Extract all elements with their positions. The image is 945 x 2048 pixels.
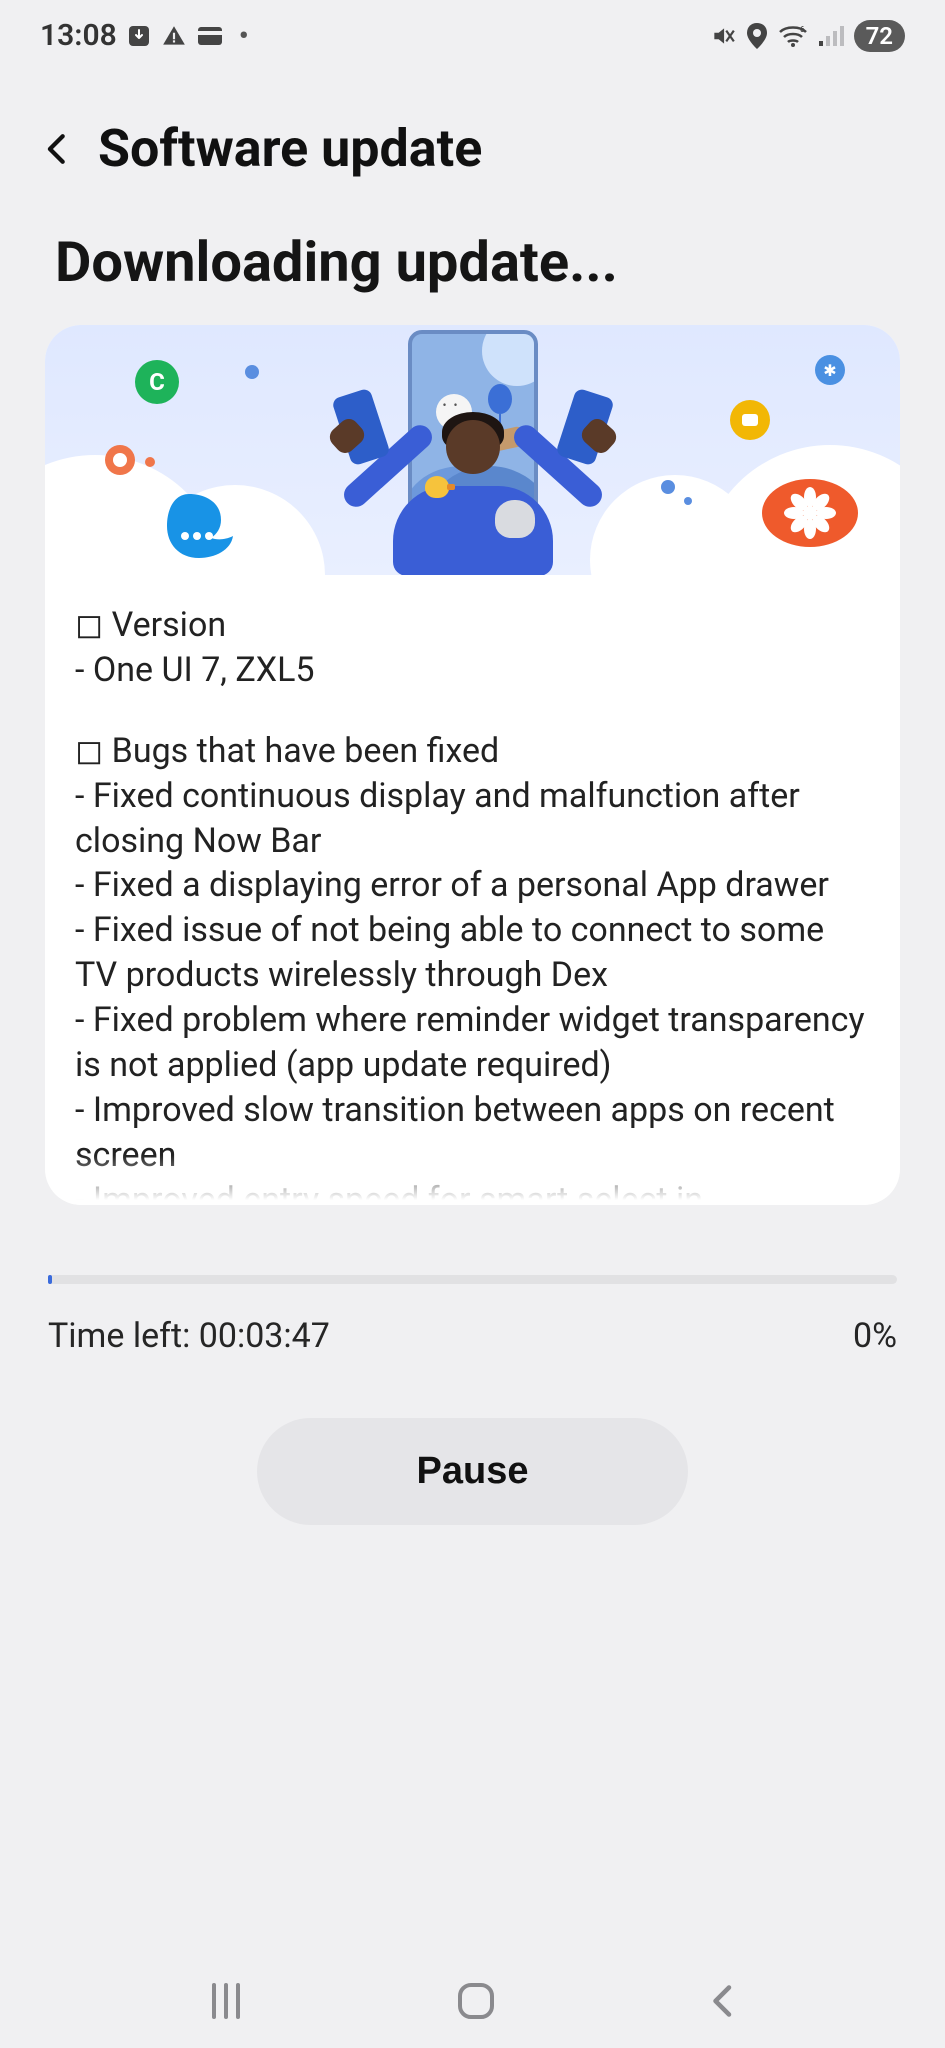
time-left: Time left: 00:03:47: [48, 1316, 330, 1356]
update-card: C ✱: [45, 325, 900, 1205]
chat-app-icon: [165, 490, 245, 560]
progress-fill: [48, 1275, 52, 1284]
pause-button[interactable]: Pause: [257, 1418, 689, 1525]
gallery-app-icon: [760, 475, 860, 550]
status-left: 13:08 •: [40, 18, 249, 53]
download-progress: Time left: 00:03:47 0%: [48, 1275, 897, 1356]
status-more-dot: •: [239, 19, 249, 52]
folder-app-icon: [730, 400, 770, 440]
battery-indicator: 72: [854, 20, 905, 52]
page-title: Software update: [98, 118, 482, 179]
downloading-title: Downloading update...: [0, 189, 945, 315]
version-heading: Version: [75, 603, 870, 648]
bug-item: Fixed problem where reminder widget tran…: [75, 998, 870, 1088]
nav-back[interactable]: [705, 1981, 741, 2021]
progress-bar: [48, 1275, 897, 1284]
version-value: One UI 7, ZXL5: [75, 648, 870, 693]
nav-home[interactable]: [455, 1980, 497, 2022]
status-bar: 13:08 • 6 72: [0, 0, 945, 63]
back-button[interactable]: [40, 127, 74, 171]
status-time: 13:08: [40, 18, 117, 53]
nav-recents[interactable]: [204, 1981, 248, 2021]
bugs-heading: Bugs that have been fixed: [75, 729, 870, 774]
update-illustration: C ✱: [45, 325, 900, 575]
download-icon: [127, 24, 151, 48]
person-app-icon: [105, 445, 135, 475]
bug-item: Fixed a displaying error of a personal A…: [75, 863, 870, 908]
mute-icon: [710, 23, 736, 49]
progress-percent: 0%: [853, 1316, 897, 1356]
bug-item: Fixed continuous display and malfunction…: [75, 774, 870, 864]
warning-icon: [161, 23, 187, 49]
card-icon: [197, 26, 223, 46]
phone-app-icon: C: [135, 360, 179, 404]
system-navbar: [0, 1980, 945, 2022]
bug-item: Fixed issue of not being able to connect…: [75, 908, 870, 998]
settings-app-icon: ✱: [815, 355, 845, 385]
svg-text:6: 6: [800, 25, 805, 34]
location-icon: [746, 23, 768, 49]
page-header: Software update: [0, 63, 945, 189]
status-right: 6 72: [710, 20, 905, 52]
wifi-icon: 6: [778, 24, 808, 48]
changelog[interactable]: Version One UI 7, ZXL5 Bugs that have be…: [45, 575, 900, 1205]
signal-icon: [818, 25, 844, 47]
